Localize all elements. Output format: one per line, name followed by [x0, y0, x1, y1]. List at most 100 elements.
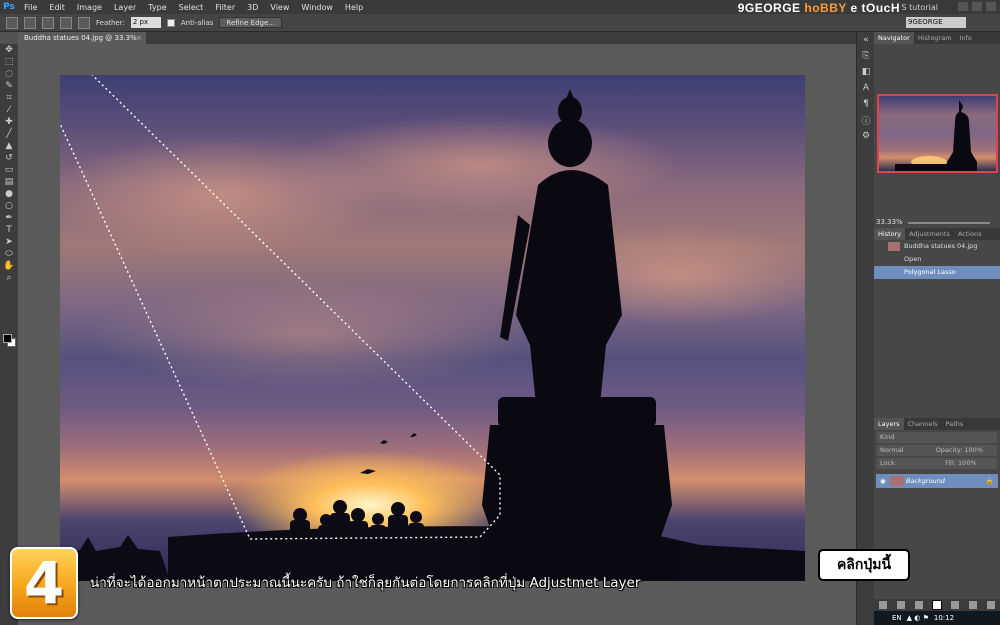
history-snapshot-label: Buddha statues 04.jpg — [904, 242, 978, 250]
tab-channels[interactable]: Channels — [904, 418, 942, 430]
lock-row: Lock: Fill: 100% — [877, 458, 997, 469]
marquee-tool-icon[interactable]: ⬚ — [0, 56, 18, 68]
history-item-open[interactable]: Open — [874, 253, 1000, 266]
crop-tool-icon[interactable]: ⌗ — [0, 92, 18, 104]
group-icon[interactable] — [951, 601, 959, 609]
shape-tool-icon[interactable]: ⬭ — [0, 248, 18, 260]
subtract-selection-icon[interactable] — [60, 16, 72, 29]
navigator-preview[interactable] — [877, 94, 998, 173]
menu-bar: Ps File Edit Image Layer Type Select Fil… — [0, 0, 1000, 15]
layer-background[interactable]: ◉ Background 🔒 — [876, 474, 998, 488]
new-selection-icon[interactable] — [24, 16, 36, 29]
workspace-select[interactable]: 9GEORGE — [906, 17, 966, 28]
maximize-icon[interactable] — [972, 2, 982, 11]
eraser-tool-icon[interactable]: ▭ — [0, 164, 18, 176]
history-panel-icon[interactable]: ⎘ — [857, 48, 875, 64]
layer-thumbnail — [890, 476, 904, 486]
menu-select[interactable]: Select — [173, 3, 210, 12]
menu-3d[interactable]: 3D — [241, 3, 264, 12]
history-item-label: Open — [904, 255, 922, 263]
menu-help[interactable]: Help — [339, 3, 369, 12]
zoom-tool-icon[interactable]: ⌕ — [0, 272, 18, 284]
brush-tool-icon[interactable]: ╱ — [0, 128, 18, 140]
menu-file[interactable]: File — [18, 3, 43, 12]
antialias-checkbox[interactable] — [166, 18, 175, 27]
minimize-icon[interactable] — [958, 2, 968, 11]
type-tool-icon[interactable]: T — [0, 224, 18, 236]
brand-text-a: 9GEORGE — [737, 1, 805, 15]
link-layers-icon[interactable] — [879, 601, 887, 609]
add-selection-icon[interactable] — [42, 16, 54, 29]
character-panel-icon[interactable]: A — [857, 80, 875, 96]
stamp-tool-icon[interactable]: ▲ — [0, 140, 18, 152]
feather-input[interactable]: 2 px — [130, 17, 161, 28]
panel-icon-column: « ⎘ ◧ A ¶ ⓘ ⚙ — [856, 32, 874, 625]
document-tab[interactable]: Buddha statues 04.jpg @ 33.3% (RGB/8) × — [18, 32, 146, 54]
move-tool-icon[interactable]: ✥ — [0, 44, 18, 56]
photoshop-window: Ps File Edit Image Layer Type Select Fil… — [0, 0, 1000, 625]
tab-info[interactable]: Info — [956, 32, 976, 44]
foreground-color-swatch[interactable] — [3, 334, 12, 343]
layer-mask-icon[interactable] — [915, 601, 923, 609]
menu-image[interactable]: Image — [71, 3, 108, 12]
tab-layers[interactable]: Layers — [874, 418, 904, 430]
tab-close-icon[interactable]: × — [136, 32, 142, 44]
navigator-zoom-slider[interactable] — [908, 222, 990, 224]
new-layer-icon[interactable] — [969, 601, 977, 609]
layer-filter-kind[interactable]: Kind — [877, 432, 997, 443]
tab-navigator[interactable]: Navigator — [874, 32, 914, 44]
tab-histogram[interactable]: Histogram — [914, 32, 956, 44]
document-tabbar: Buddha statues 04.jpg @ 33.3% (RGB/8) × — [18, 32, 856, 54]
document-image[interactable] — [60, 75, 805, 581]
eyedropper-tool-icon[interactable]: ⁄ — [0, 104, 18, 116]
dodge-tool-icon[interactable]: ○ — [0, 200, 18, 212]
tab-actions[interactable]: Actions — [954, 228, 986, 240]
photoshop-logo: Ps — [3, 2, 15, 12]
feather-label: Feather: — [96, 18, 125, 27]
properties-panel-icon[interactable]: ⚙ — [857, 128, 875, 144]
navigator-zoom[interactable]: 33.33% — [876, 218, 903, 226]
fill-value[interactable]: 100% — [958, 459, 977, 467]
language-indicator[interactable]: EN — [892, 614, 902, 622]
tab-paths[interactable]: Paths — [942, 418, 968, 430]
collapse-icon[interactable]: « — [857, 32, 875, 48]
intersect-selection-icon[interactable] — [78, 16, 90, 29]
color-panel-icon[interactable]: ◧ — [857, 64, 875, 80]
hand-tool-icon[interactable]: ✋ — [0, 260, 18, 272]
path-select-icon[interactable]: ➤ — [0, 236, 18, 248]
menu-edit[interactable]: Edit — [43, 3, 71, 12]
close-icon[interactable] — [986, 2, 996, 11]
healing-tool-icon[interactable]: ✚ — [0, 116, 18, 128]
quick-select-tool-icon[interactable]: ✎ — [0, 80, 18, 92]
paragraph-panel-icon[interactable]: ¶ — [857, 96, 875, 112]
menu-view[interactable]: View — [264, 3, 295, 12]
step-number-badge: 4 — [10, 547, 78, 619]
lasso-tool-preset-icon[interactable] — [6, 16, 18, 29]
visibility-eye-icon[interactable]: ◉ — [880, 474, 886, 488]
menu-layer[interactable]: Layer — [108, 3, 142, 12]
info-panel-icon[interactable]: ⓘ — [857, 112, 875, 128]
tools-panel: ✥ ⬚ ◌ ✎ ⌗ ⁄ ✚ ╱ ▲ ↺ ▭ ▤ ● ○ ✒ T ➤ ⬭ ✋ ⌕ — [0, 44, 18, 625]
menu-filter[interactable]: Filter — [209, 3, 241, 12]
blur-tool-icon[interactable]: ● — [0, 188, 18, 200]
delete-layer-icon[interactable] — [987, 601, 995, 609]
opacity-value[interactable]: 100% — [964, 446, 983, 454]
history-item-polygonal-lasso[interactable]: Polygonal Lasso — [874, 266, 1000, 279]
lasso-tool-icon[interactable]: ◌ — [0, 68, 18, 80]
lock-label: Lock: — [880, 459, 898, 467]
blend-mode-select[interactable]: Normal — [880, 446, 904, 454]
menu-window[interactable]: Window — [295, 3, 339, 12]
layer-style-icon[interactable] — [897, 601, 905, 609]
history-brush-icon[interactable]: ↺ — [0, 152, 18, 164]
tab-history[interactable]: History — [874, 228, 906, 240]
history-snapshot[interactable]: Buddha statues 04.jpg — [874, 240, 1000, 253]
history-panel: History Adjustments Actions Buddha statu… — [874, 228, 1000, 279]
pen-tool-icon[interactable]: ✒ — [0, 212, 18, 224]
history-item-label: Polygonal Lasso — [904, 268, 956, 276]
adjustment-layer-icon[interactable] — [933, 601, 941, 609]
canvas-area — [18, 44, 856, 625]
menu-type[interactable]: Type — [142, 3, 172, 12]
tab-adjustments[interactable]: Adjustments — [905, 228, 954, 240]
refine-edge-button[interactable]: Refine Edge... — [219, 17, 282, 28]
gradient-tool-icon[interactable]: ▤ — [0, 176, 18, 188]
